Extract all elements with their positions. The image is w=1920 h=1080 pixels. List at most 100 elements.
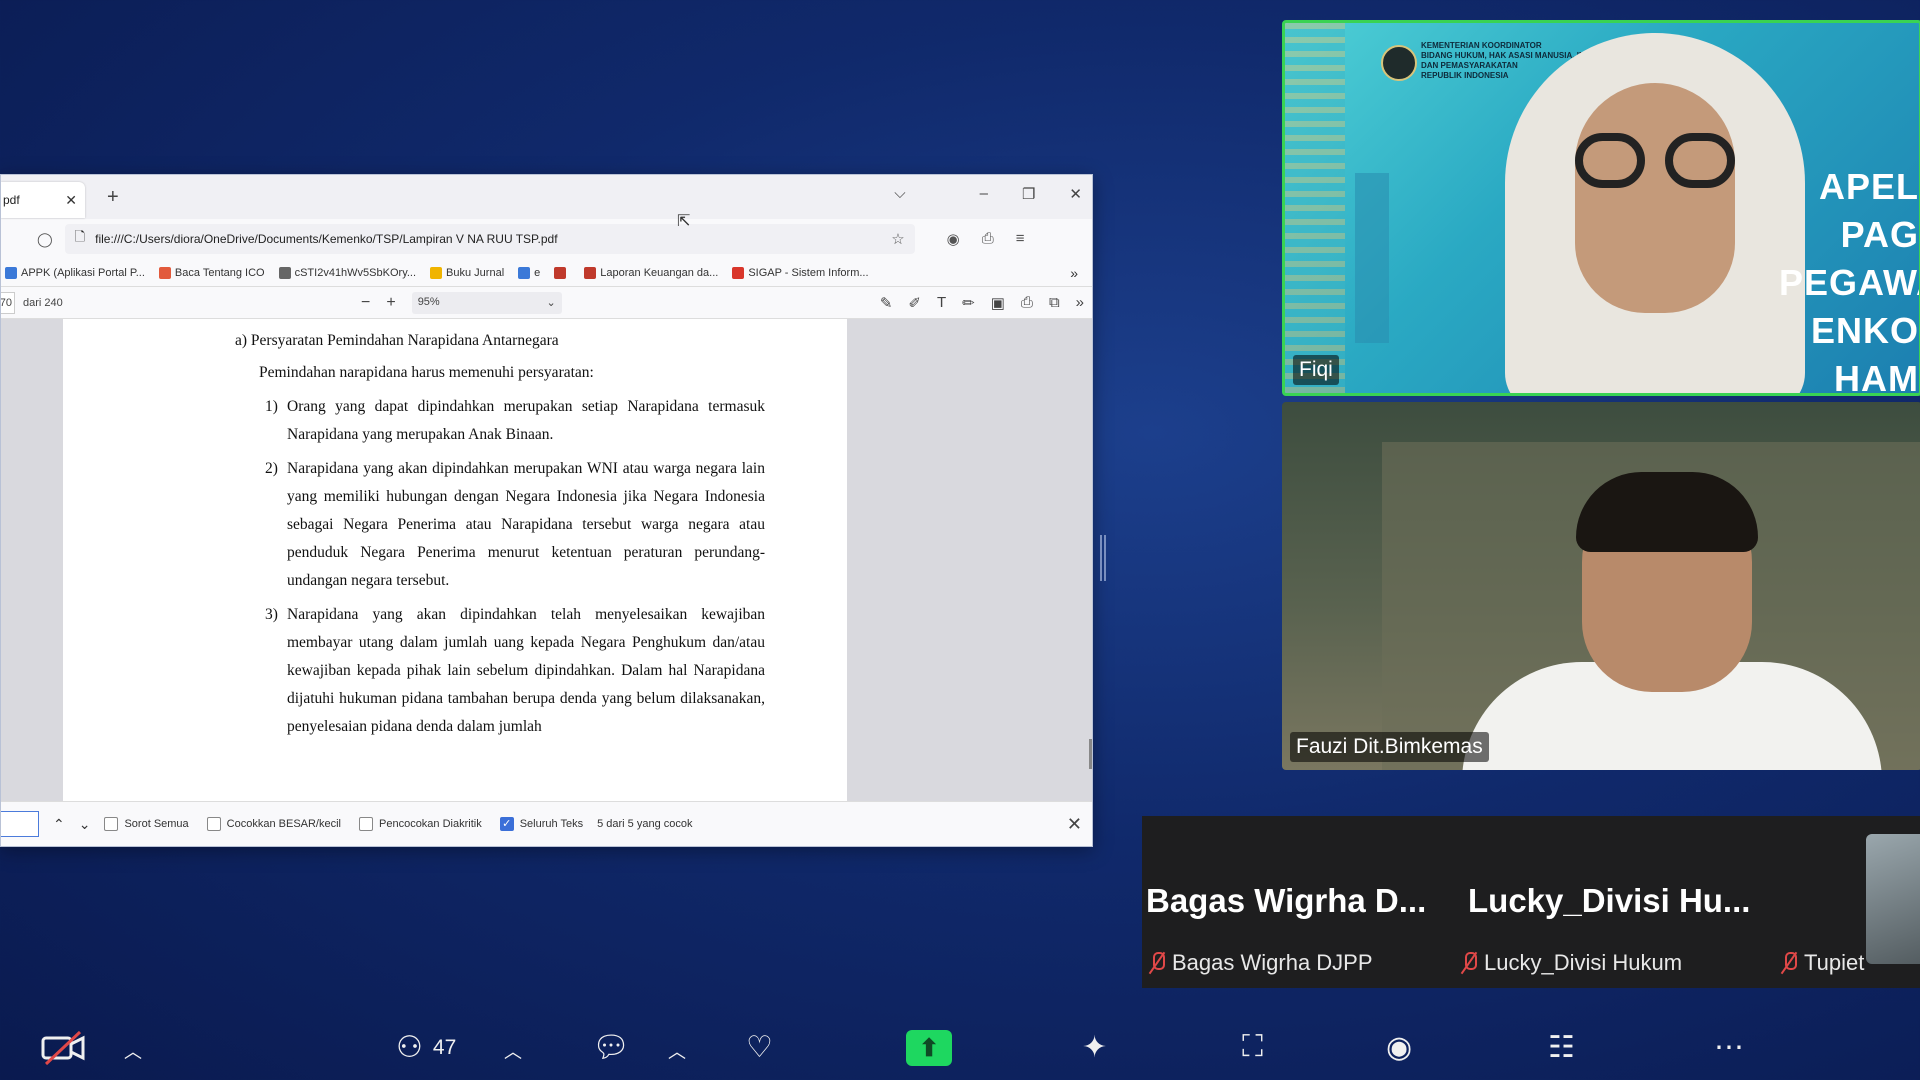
bookmarks-bar: APPK (Aplikasi Portal P... Baca Tentang I… — [1, 259, 1092, 287]
shared-screen-window: pdf ✕ + ⇱ ⌵ – ❐ ✕ ◯ 🗋 file:///C:/Users/d… — [0, 174, 1093, 847]
share-screen-button[interactable]: ⬆ — [906, 1030, 952, 1066]
bookmark-favicon-icon — [158, 266, 171, 279]
pdf-list-number: 2) — [265, 460, 278, 477]
checkbox-icon — [359, 817, 373, 831]
participants-button[interactable]: ⚇ 47 — [396, 1030, 456, 1065]
pdf-viewer[interactable]: a) Persyaratan Pemindahan Narapidana Ant… — [1, 319, 1092, 803]
video-tile-active-speaker[interactable]: KEMENTERIAN KOORDINATOR BIDANG HUKUM, HA… — [1282, 20, 1920, 396]
pdf-list-number: 3) — [265, 606, 278, 623]
checkbox-checked-icon: ✓ — [499, 817, 514, 831]
find-next-icon[interactable]: ⌄ — [79, 816, 91, 833]
split-view-handle[interactable] — [1100, 535, 1106, 581]
participant-label-text: Tupiet — [1804, 950, 1865, 975]
video-tile[interactable]: Fauzi Dit.Bimkemas — [1282, 402, 1920, 770]
video-options-caret-icon[interactable]: ︿ — [124, 1038, 142, 1064]
participant-label[interactable]: Lucky_Divisi Hukum — [1462, 950, 1682, 976]
more-options-icon[interactable]: ⋯ — [1714, 1030, 1744, 1065]
address-bar[interactable]: 🗋 file:///C:/Users/diora/OneDrive/Docume… — [64, 224, 915, 254]
account-icon[interactable]: ◉ — [947, 230, 960, 248]
find-option-label: Pencocokan Diakritik — [379, 818, 482, 830]
zoom-select[interactable]: 95% ⌄ — [411, 291, 562, 314]
find-option-checkbox[interactable]: Sorot Semua — [104, 817, 189, 831]
bookmark-item[interactable]: Baca Tentang ICO — [158, 266, 265, 279]
chat-icon[interactable]: 💬︎ — [592, 1030, 630, 1065]
bookmark-label: cSTI2v41hWv5SbKOry... — [294, 266, 417, 279]
ministry-seal — [1381, 45, 1417, 81]
bookmark-item[interactable]: APPK (Aplikasi Portal P... — [5, 266, 145, 279]
pdf-list-item: 2) Narapidana yang akan dipindahkan merup… — [265, 455, 765, 595]
bookmarks-overflow-icon[interactable]: » — [1070, 265, 1078, 281]
checkbox-icon — [104, 817, 119, 831]
bookmark-label: SIGAP - Sistem Inform... — [748, 266, 869, 279]
save-icon[interactable]: ⧉ — [1049, 294, 1060, 312]
restore-icon[interactable]: ❐ — [1022, 185, 1035, 203]
pen-icon[interactable]: ✏ — [962, 294, 975, 312]
ai-companion-icon[interactable]: ✦ — [1082, 1030, 1107, 1065]
menu-icon[interactable]: ≡ — [1016, 230, 1025, 248]
muted-mic-icon — [1782, 952, 1797, 974]
find-option-label: Seluruh Teks — [519, 818, 584, 830]
participant-tile-name: Bagas Wigrha D... — [1146, 882, 1427, 919]
address-text: file:///C:/Users/diora/OneDrive/Document… — [95, 232, 558, 246]
find-input[interactable] — [1, 811, 39, 837]
pdf-page: a) Persyaratan Pemindahan Narapidana Ant… — [63, 319, 847, 803]
print-icon[interactable]: ⎙ — [1021, 294, 1033, 312]
participants-icon: ⚇ — [396, 1031, 423, 1064]
bookmark-item[interactable]: Laporan Keuangan da... — [584, 266, 718, 279]
apps-icon[interactable]: ⛶ — [1242, 1030, 1263, 1064]
pdf-text: a) Persyaratan Pemindahan Narapidana Ant… — [235, 327, 765, 741]
pdf-toolbar: 70 dari 240 − + 95% ⌄ ✎ ✐ T ✏ ▣ ⎙ ⧉ » — [1, 287, 1092, 319]
highlight-icon[interactable]: ✐ — [908, 294, 921, 312]
participant-label[interactable]: Tupiet — [1782, 950, 1864, 976]
more-tools-icon[interactable]: » — [1076, 294, 1084, 312]
bookmark-item[interactable]: Buku Jurnal — [430, 266, 504, 279]
pdf-intro: Pemindahan narapidana harus memenuhi per… — [259, 364, 594, 381]
zoom-in-icon[interactable]: + — [386, 294, 395, 312]
extensions-icon[interactable]: ⎙ — [982, 230, 994, 248]
url-bar-row: ◯ 🗋 file:///C:/Users/diora/OneDrive/Docu… — [1, 219, 1092, 259]
text-icon[interactable]: T — [937, 294, 946, 312]
find-option-checkbox[interactable]: Pencocokan Diakritik — [359, 817, 482, 831]
chat-caret-icon[interactable]: ︿ — [668, 1038, 686, 1064]
bookmark-item[interactable] — [554, 266, 570, 279]
summary-icon[interactable]: ☷ — [1548, 1030, 1575, 1065]
minimize-icon[interactable]: – — [980, 185, 988, 203]
pdf-scrollbar[interactable] — [1089, 739, 1092, 769]
bookmark-star-icon[interactable]: ☆ — [891, 230, 904, 248]
find-match-status: 5 dari 5 yang cocok — [597, 818, 693, 830]
find-close-icon[interactable]: ✕ — [1067, 814, 1082, 835]
draw-icon[interactable]: ✎ — [880, 294, 893, 312]
pdf-list-item: 3) Narapidana yang akan dipindahkan telah… — [265, 601, 765, 741]
tab-list-chevron-icon[interactable]: ⌵ — [894, 185, 905, 203]
shield-icon[interactable]: ◯ — [37, 231, 53, 248]
record-icon[interactable]: ◉ — [1386, 1030, 1412, 1065]
find-option-checkbox[interactable]: ✓ Seluruh Teks — [499, 817, 584, 831]
find-option-label: Sorot Semua — [124, 818, 189, 830]
bookmark-item[interactable]: cSTI2v41hWv5SbKOry... — [278, 266, 417, 279]
muted-mic-icon — [1462, 952, 1477, 974]
page-number-input[interactable]: 70 — [1, 291, 15, 314]
pdf-list-text: Narapidana yang akan dipindahkan telah m… — [287, 606, 765, 735]
tab-close-icon[interactable]: ✕ — [65, 192, 77, 209]
video-off-icon[interactable] — [40, 1030, 86, 1066]
bookmark-item[interactable]: e — [518, 266, 540, 279]
participant-name: Fauzi Dit.Bimkemas — [1290, 732, 1489, 762]
pdf-list-number: 1) — [265, 398, 278, 415]
participant-tile-name: Lucky_Divisi Hu... — [1468, 882, 1751, 919]
find-option-checkbox[interactable]: Cocokkan BESAR/kecil — [206, 817, 341, 831]
bookmark-item[interactable]: SIGAP - Sistem Inform... — [732, 266, 869, 279]
browser-tab-bar: pdf ✕ + ⇱ ⌵ – ❐ ✕ — [1, 175, 1092, 230]
bookmark-favicon-icon — [5, 266, 17, 279]
bookmark-favicon-icon — [518, 266, 531, 279]
reactions-heart-icon[interactable]: ♡ — [746, 1030, 773, 1065]
bookmark-favicon-icon — [278, 266, 291, 279]
close-window-icon[interactable]: ✕ — [1069, 185, 1082, 203]
browser-tab[interactable]: pdf ✕ — [1, 182, 85, 218]
participants-caret-icon[interactable]: ︿ — [504, 1038, 522, 1064]
zoom-out-icon[interactable]: − — [361, 294, 370, 312]
participant-thumbnail[interactable] — [1866, 834, 1920, 964]
find-previous-icon[interactable]: ⌃ — [53, 816, 65, 833]
participant-label[interactable]: Bagas Wigrha DJPP — [1150, 950, 1373, 976]
new-tab-button[interactable]: + — [107, 186, 119, 209]
image-icon[interactable]: ▣ — [991, 294, 1005, 312]
